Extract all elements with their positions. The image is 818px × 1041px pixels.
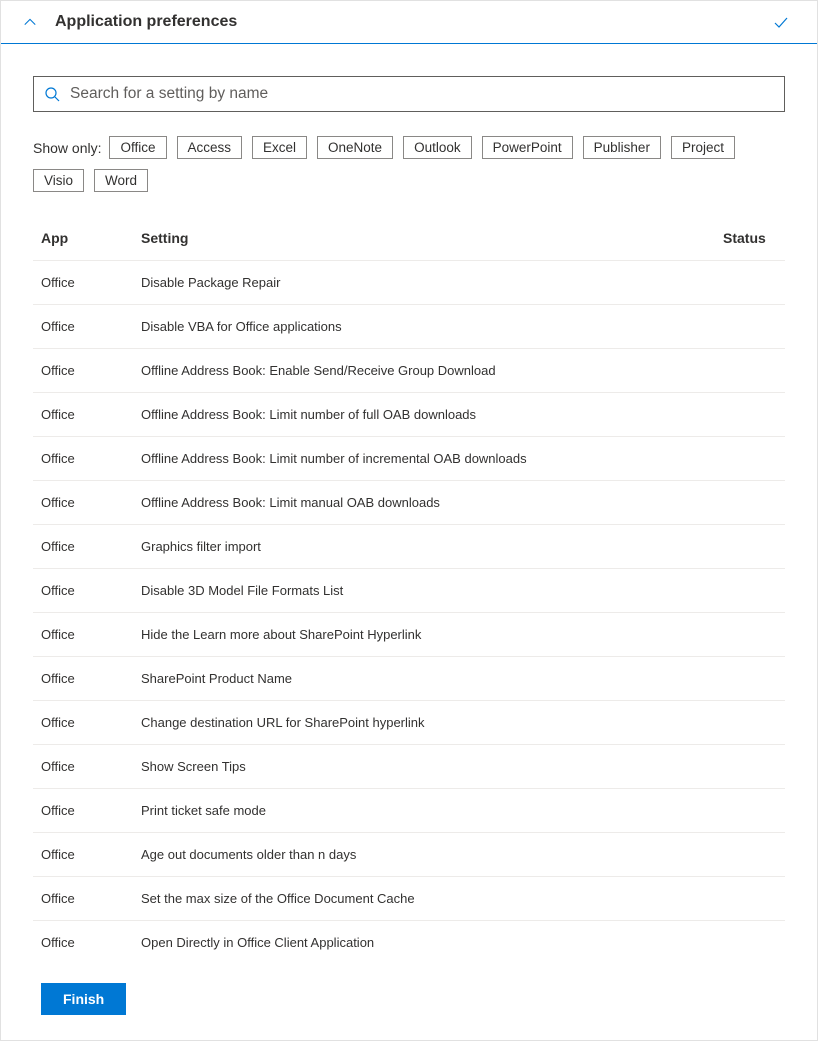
cell-setting: SharePoint Product Name	[133, 657, 715, 701]
cell-setting: Graphics filter import	[133, 525, 715, 569]
cell-status	[715, 349, 785, 393]
cell-status	[715, 481, 785, 525]
cell-app: Office	[33, 569, 133, 613]
table-row[interactable]: OfficeDisable Package Repair	[33, 261, 785, 305]
cell-setting: Offline Address Book: Limit number of in…	[133, 437, 715, 481]
cell-status	[715, 305, 785, 349]
search-box[interactable]	[33, 76, 785, 112]
filter-word[interactable]: Word	[94, 169, 148, 192]
filter-publisher[interactable]: Publisher	[583, 136, 661, 159]
col-app[interactable]: App	[33, 216, 133, 261]
table-row[interactable]: OfficeGraphics filter import	[33, 525, 785, 569]
cell-app: Office	[33, 701, 133, 745]
panel-body: Show only: Office Access Excel OneNote O…	[1, 44, 817, 1035]
cell-app: Office	[33, 789, 133, 833]
cell-status	[715, 393, 785, 437]
cell-setting: Disable Package Repair	[133, 261, 715, 305]
table-row[interactable]: OfficeChange destination URL for SharePo…	[33, 701, 785, 745]
cell-setting: Print ticket safe mode	[133, 789, 715, 833]
cell-setting: Offline Address Book: Enable Send/Receiv…	[133, 349, 715, 393]
col-status[interactable]: Status	[715, 216, 785, 261]
table-row[interactable]: OfficeDisable 3D Model File Formats List	[33, 569, 785, 613]
cell-status	[715, 833, 785, 877]
cell-app: Office	[33, 745, 133, 789]
cell-setting: Disable VBA for Office applications	[133, 305, 715, 349]
check-icon[interactable]	[773, 14, 789, 30]
filter-office[interactable]: Office	[109, 136, 166, 159]
cell-setting: Change destination URL for SharePoint hy…	[133, 701, 715, 745]
cell-app: Office	[33, 877, 133, 921]
cell-status	[715, 657, 785, 701]
chevron-up-icon[interactable]	[23, 15, 37, 29]
cell-setting: Offline Address Book: Limit number of fu…	[133, 393, 715, 437]
col-setting[interactable]: Setting	[133, 216, 715, 261]
cell-status	[715, 437, 785, 481]
cell-setting: Disable 3D Model File Formats List	[133, 569, 715, 613]
table-row[interactable]: OfficeOffline Address Book: Enable Send/…	[33, 349, 785, 393]
cell-app: Office	[33, 833, 133, 877]
filter-project[interactable]: Project	[671, 136, 735, 159]
table-row[interactable]: OfficeSharePoint Product Name	[33, 657, 785, 701]
table-row[interactable]: OfficePrint ticket safe mode	[33, 789, 785, 833]
cell-status	[715, 701, 785, 745]
cell-app: Office	[33, 657, 133, 701]
table-row[interactable]: OfficeOffline Address Book: Limit manual…	[33, 481, 785, 525]
cell-setting: Set the max size of the Office Document …	[133, 877, 715, 921]
cell-status	[715, 569, 785, 613]
cell-app: Office	[33, 921, 133, 958]
table-row[interactable]: OfficeAge out documents older than n day…	[33, 833, 785, 877]
cell-setting: Open Directly in Office Client Applicati…	[133, 921, 715, 958]
filter-label: Show only:	[33, 140, 101, 156]
footer: Finish	[33, 977, 785, 1015]
finish-button[interactable]: Finish	[41, 983, 126, 1015]
search-icon	[44, 86, 60, 102]
cell-status	[715, 921, 785, 958]
cell-status	[715, 613, 785, 657]
table-row[interactable]: OfficeShow Screen Tips	[33, 745, 785, 789]
settings-table-container[interactable]: App Setting Status OfficeDisable Package…	[33, 216, 785, 957]
cell-app: Office	[33, 305, 133, 349]
cell-status	[715, 877, 785, 921]
filter-row: Show only: Office Access Excel OneNote O…	[33, 136, 785, 192]
cell-status	[715, 745, 785, 789]
settings-table: App Setting Status OfficeDisable Package…	[33, 216, 785, 957]
cell-setting: Offline Address Book: Limit manual OAB d…	[133, 481, 715, 525]
table-row[interactable]: OfficeHide the Learn more about SharePoi…	[33, 613, 785, 657]
filter-powerpoint[interactable]: PowerPoint	[482, 136, 573, 159]
filter-outlook[interactable]: Outlook	[403, 136, 472, 159]
cell-app: Office	[33, 481, 133, 525]
panel-header: Application preferences	[1, 1, 817, 44]
cell-app: Office	[33, 613, 133, 657]
table-row[interactable]: OfficeDisable VBA for Office application…	[33, 305, 785, 349]
cell-app: Office	[33, 393, 133, 437]
search-input[interactable]	[60, 85, 774, 103]
cell-status	[715, 789, 785, 833]
filter-excel[interactable]: Excel	[252, 136, 307, 159]
cell-app: Office	[33, 261, 133, 305]
table-row[interactable]: OfficeSet the max size of the Office Doc…	[33, 877, 785, 921]
cell-app: Office	[33, 525, 133, 569]
filter-access[interactable]: Access	[177, 136, 243, 159]
cell-setting: Age out documents older than n days	[133, 833, 715, 877]
cell-app: Office	[33, 349, 133, 393]
panel-title: Application preferences	[55, 13, 773, 31]
filter-visio[interactable]: Visio	[33, 169, 84, 192]
cell-status	[715, 525, 785, 569]
table-row[interactable]: OfficeOpen Directly in Office Client App…	[33, 921, 785, 958]
table-row[interactable]: OfficeOffline Address Book: Limit number…	[33, 393, 785, 437]
filter-onenote[interactable]: OneNote	[317, 136, 393, 159]
cell-setting: Hide the Learn more about SharePoint Hyp…	[133, 613, 715, 657]
cell-setting: Show Screen Tips	[133, 745, 715, 789]
cell-status	[715, 261, 785, 305]
table-row[interactable]: OfficeOffline Address Book: Limit number…	[33, 437, 785, 481]
cell-app: Office	[33, 437, 133, 481]
